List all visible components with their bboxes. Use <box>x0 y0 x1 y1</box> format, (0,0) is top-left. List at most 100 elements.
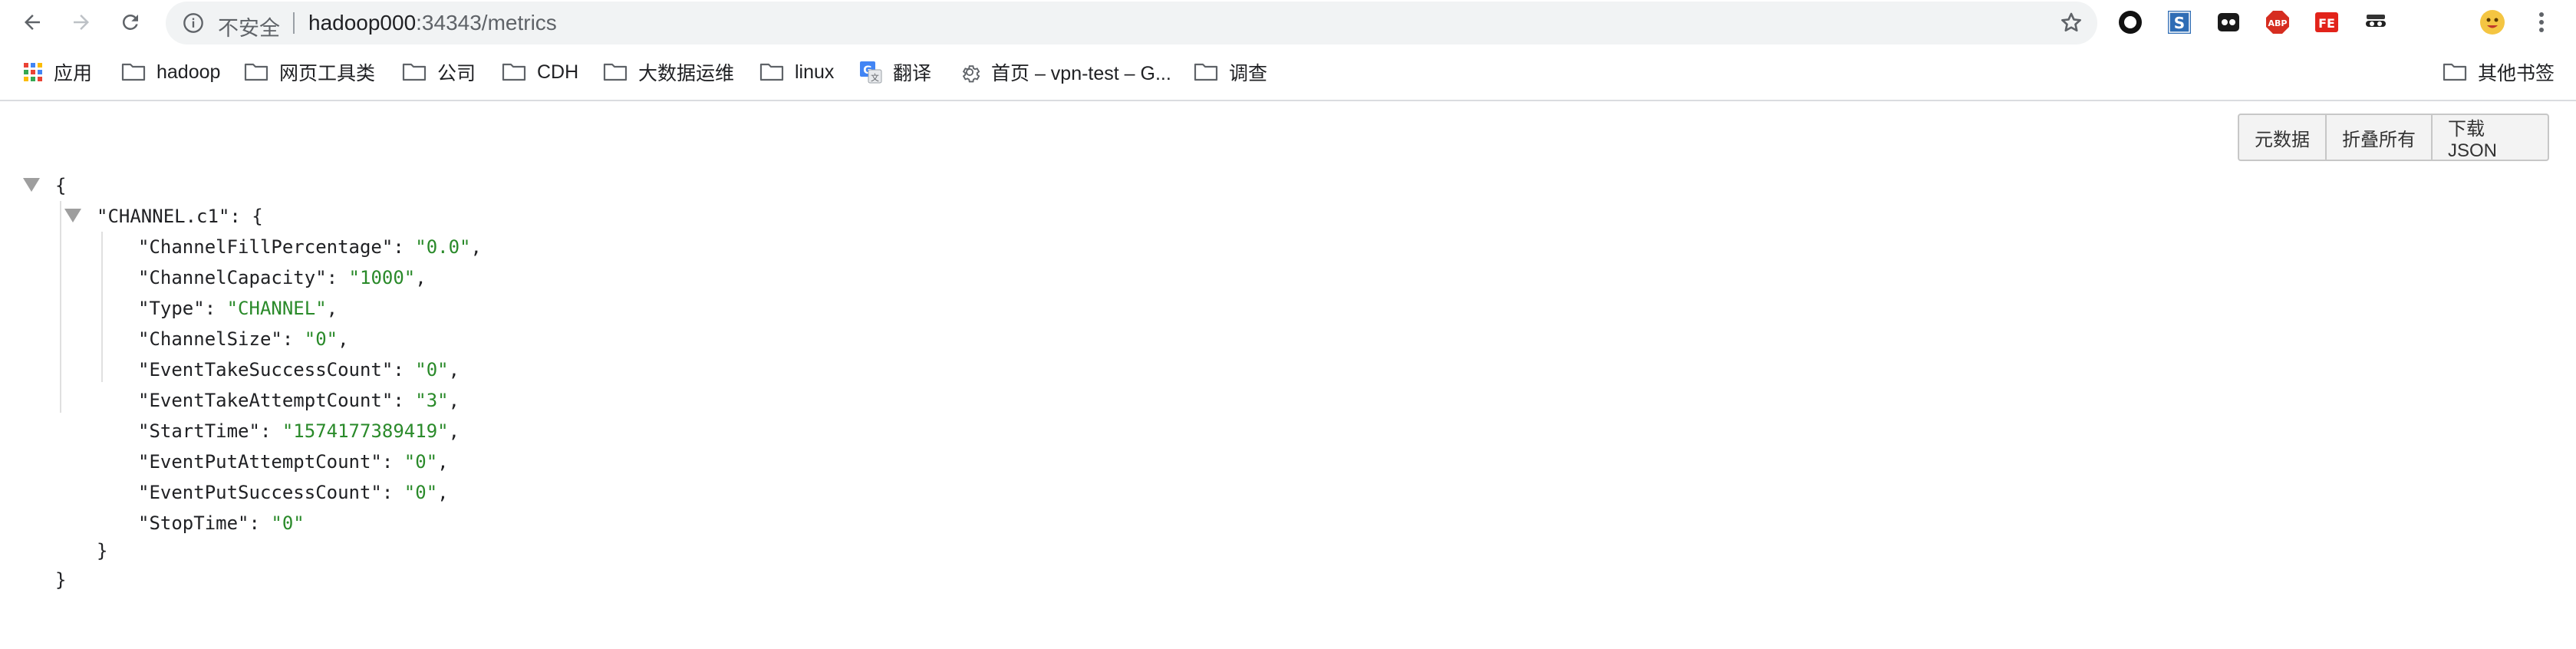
json-colon: : <box>381 451 404 473</box>
security-label[interactable]: 不安全 <box>218 12 280 41</box>
s-extension-icon[interactable]: S <box>2166 9 2192 35</box>
json-entry-line: "StartTime": "1574177389419", <box>138 416 460 446</box>
json-entry-line: "Type": "CHANNEL", <box>138 293 338 324</box>
bookmark-translate[interactable]: G文 翻译 <box>859 57 931 87</box>
bookmark-folder-company[interactable]: 公司 <box>402 57 476 87</box>
bookmarks-bar: 应用 hadoop 网页工具类 公司 CDH 大数据运维 linux G文 翻译… <box>0 44 2576 101</box>
json-colon: : <box>204 298 227 319</box>
fe-helper-icon[interactable]: FE <box>2314 9 2340 35</box>
arrow-right-icon <box>74 15 89 30</box>
folder-icon <box>121 63 146 81</box>
bookmark-label: linux <box>795 61 835 83</box>
menu-dots-icon[interactable] <box>2528 9 2555 35</box>
folder-icon <box>1194 63 1218 81</box>
json-entry-line: "EventTakeAttemptCount": "3", <box>138 385 460 416</box>
download-json-button[interactable]: 下载JSON <box>2431 115 2548 161</box>
bookmark-folder-linux[interactable]: linux <box>759 57 834 87</box>
json-key: "ChannelFillPercentage" <box>138 236 394 258</box>
indent-guide <box>101 232 103 382</box>
json-channel-line: "CHANNEL.c1": { <box>97 206 263 227</box>
bookmark-folder-bigdata-ops[interactable]: 大数据运维 <box>603 57 734 87</box>
json-comma: , <box>448 390 460 411</box>
bookmark-vpn-test[interactable]: 首页 – vpn-test – G... <box>959 57 1171 87</box>
collapse-all-button[interactable]: 折叠所有 <box>2325 115 2431 160</box>
json-entry-line: "EventPutSuccessCount": "0", <box>138 477 449 508</box>
json-comma: , <box>415 267 427 288</box>
bookmark-label: 大数据运维 <box>638 63 735 84</box>
json-key: "EventPutAttemptCount" <box>138 451 382 473</box>
json-key: "ChannelCapacity" <box>138 267 327 288</box>
profile-avatar-icon[interactable] <box>2479 9 2505 35</box>
folder-icon <box>502 63 526 81</box>
indent-guide <box>60 201 61 413</box>
reload-button[interactable] <box>115 7 146 38</box>
bookmark-label: 公司 <box>437 63 476 84</box>
json-root-close: } <box>55 569 67 591</box>
bookmark-label: 其他书签 <box>2478 63 2555 84</box>
collapse-toggle-root[interactable] <box>23 178 40 192</box>
json-colon: : <box>249 512 272 534</box>
json-key: "EventTakeSuccessCount" <box>138 359 394 381</box>
dark-reader-icon[interactable] <box>2215 9 2242 35</box>
json-comma: , <box>338 328 349 350</box>
adblock-plus-icon[interactable]: ABP <box>2265 9 2291 35</box>
url-path: :34343/metrics <box>416 11 557 35</box>
bookmark-folder-cdh[interactable]: CDH <box>502 57 578 87</box>
info-icon[interactable] <box>183 12 204 34</box>
url-text[interactable]: hadoop000:34343/metrics <box>308 11 557 35</box>
json-colon: : <box>393 359 416 381</box>
bookmark-apps[interactable]: 应用 <box>23 57 92 87</box>
folder-icon <box>759 63 784 81</box>
back-button[interactable] <box>17 7 48 38</box>
json-colon: : <box>259 420 282 442</box>
bookmark-folder-survey[interactable]: 调查 <box>1194 57 1267 87</box>
bookmark-folder-web-tools[interactable]: 网页工具类 <box>244 57 375 87</box>
bookmark-label: 首页 – vpn-test – G... <box>991 63 1171 84</box>
json-value: "1000" <box>348 267 416 288</box>
json-key: "CHANNEL.c1" <box>97 206 230 227</box>
incognito-mask-icon[interactable] <box>2363 9 2389 35</box>
json-key: "StopTime" <box>138 512 249 534</box>
json-value: "0" <box>415 359 449 381</box>
address-bar[interactable]: 不安全 hadoop000:34343/metrics <box>166 2 2097 44</box>
json-comma: , <box>326 298 338 319</box>
json-key: "Type" <box>138 298 205 319</box>
json-comma: , <box>448 420 460 442</box>
json-colon: : <box>381 482 404 503</box>
svg-text:文: 文 <box>871 72 879 83</box>
json-value: "1574177389419" <box>282 420 449 442</box>
json-entry-line: "ChannelFillPercentage": "0.0", <box>138 232 482 262</box>
metadata-button[interactable]: 元数据 <box>2239 115 2325 160</box>
reload-icon <box>122 14 138 30</box>
apps-grid-icon <box>24 63 42 81</box>
json-key: "EventPutSuccessCount" <box>138 482 382 503</box>
gear-icon <box>962 65 980 83</box>
json-comma: , <box>470 236 482 258</box>
bookmark-label: 网页工具类 <box>279 63 376 84</box>
json-key: "ChannelSize" <box>138 328 282 350</box>
bookmark-star-icon[interactable] <box>2059 11 2084 35</box>
translate-icon: G文 <box>860 61 882 84</box>
json-colon: : <box>326 267 349 288</box>
json-value: "3" <box>415 390 449 411</box>
json-entry-line: "StopTime": "0" <box>138 508 305 539</box>
folder-icon <box>244 63 268 81</box>
folder-icon <box>402 63 427 81</box>
json-channel-close: } <box>97 540 108 562</box>
json-value: "0" <box>271 512 305 534</box>
bookmark-other[interactable]: 其他书签 <box>2443 57 2555 87</box>
json-comma: , <box>448 359 460 381</box>
json-value: "0.0" <box>415 236 471 258</box>
json-colon: : <box>282 328 305 350</box>
json-value: "0" <box>304 328 338 350</box>
bookmark-folder-hadoop[interactable]: hadoop <box>121 57 220 87</box>
json-entry-line: "ChannelCapacity": "1000", <box>138 262 427 293</box>
json-comma: , <box>437 451 449 473</box>
circle-extension-icon[interactable] <box>2117 9 2143 35</box>
collapse-toggle-channel[interactable] <box>64 209 81 222</box>
json-value: "CHANNEL" <box>226 298 327 319</box>
json-value: "0" <box>404 451 438 473</box>
browser-toolbar: 不安全 hadoop000:34343/metrics S ABP FE <box>0 0 2576 44</box>
json-colon: : <box>393 390 416 411</box>
forward-button[interactable] <box>66 7 97 38</box>
